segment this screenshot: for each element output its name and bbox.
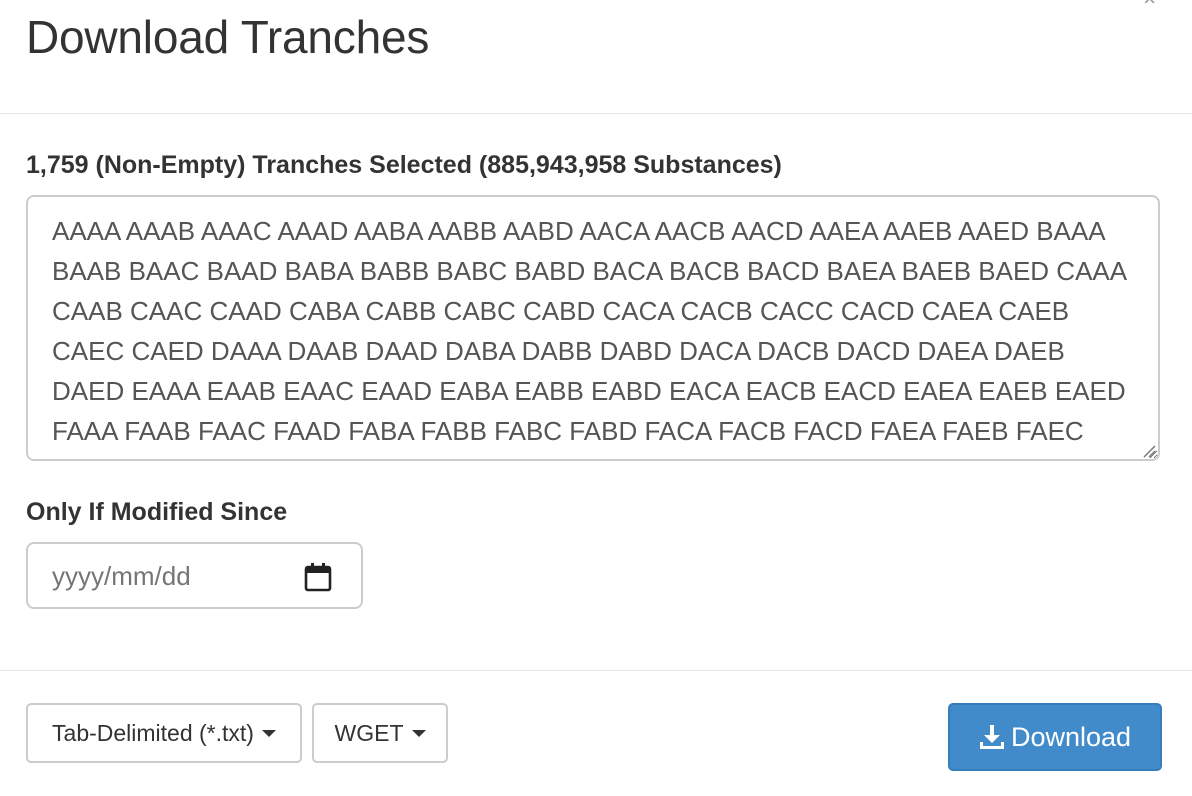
modal-header: Download Tranches ×: [0, 0, 1192, 114]
tranches-textarea[interactable]: AAAA AAAB AAAC AAAD AABA AABB AABD AACA …: [26, 195, 1160, 461]
download-button-label: Download: [1010, 721, 1132, 752]
download-icon: [979, 725, 1004, 749]
modal-footer: Tab-Delimited (*.txt) WGET Download: [0, 670, 1192, 796]
modified-since-input[interactable]: [52, 558, 302, 594]
modal-title: Download Tranches: [26, 11, 430, 63]
download-tranches-modal: Download Tranches × 1,759 (Non-Empty) Tr…: [0, 0, 1192, 796]
caret-down-icon: [411, 729, 426, 737]
modal-body: 1,759 (Non-Empty) Tranches Selected (885…: [0, 114, 1192, 670]
download-button[interactable]: Download: [948, 703, 1162, 771]
format-dropdown-button[interactable]: Tab-Delimited (*.txt): [26, 703, 302, 763]
close-icon[interactable]: ×: [1143, 0, 1156, 10]
method-dropdown-label: WGET: [334, 719, 404, 746]
format-dropdown-label: Tab-Delimited (*.txt): [52, 719, 254, 746]
modified-since-field[interactable]: [26, 542, 363, 609]
caret-down-icon: [261, 729, 276, 737]
tranches-selected-label: 1,759 (Non-Empty) Tranches Selected (885…: [26, 151, 782, 179]
calendar-icon[interactable]: [304, 562, 332, 592]
method-dropdown-button[interactable]: WGET: [312, 703, 448, 763]
modified-since-label: Only If Modified Since: [26, 498, 288, 526]
